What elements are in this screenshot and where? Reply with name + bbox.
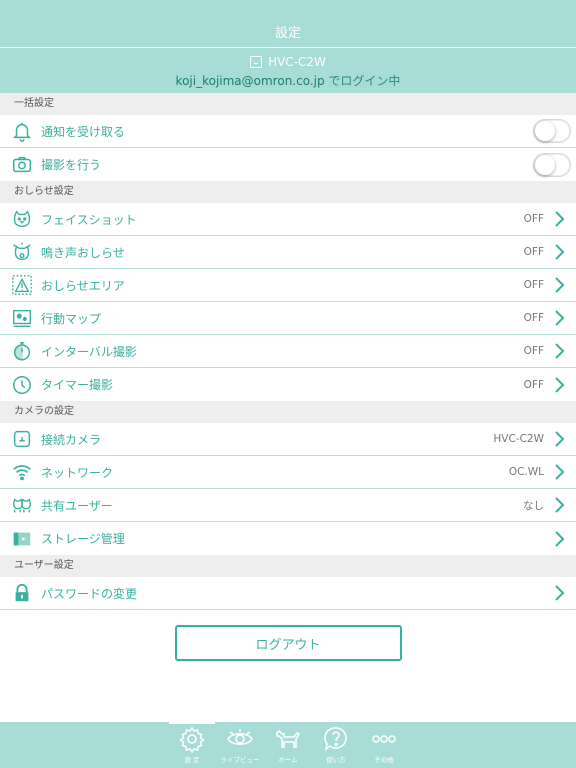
- header: 設定 HVC-C2W koji_kojima@omron.co.jp でログイン…: [0, 0, 576, 93]
- gear-icon: [179, 726, 205, 753]
- chevron-right-icon: [555, 244, 565, 260]
- tab-how-to[interactable]: 使い方: [312, 725, 360, 767]
- row-label: パスワードの変更: [41, 586, 138, 601]
- row-label: フェイスショット: [41, 212, 137, 227]
- shared-users-icon: [11, 494, 33, 516]
- row-label: インターバル撮影: [41, 344, 137, 359]
- camera-icon: [11, 154, 33, 176]
- toggle-knob: [535, 121, 555, 141]
- tab-bar: 設 定 ライブビュー ホーム 使い方 その他: [0, 722, 576, 768]
- section-user: ユーザー設定: [0, 555, 576, 577]
- clock-icon: [11, 374, 33, 396]
- chevron-right-icon: [555, 497, 565, 513]
- tab-label: その他: [374, 756, 394, 764]
- tab-label: 使い方: [326, 756, 346, 764]
- login-email: koji_kojima@omron.co.jp: [175, 74, 325, 88]
- chevron-right-icon: [555, 530, 565, 547]
- row-label: ストレージ管理: [41, 532, 125, 546]
- tab-settings[interactable]: 設 定: [168, 725, 216, 767]
- bark-icon: [11, 241, 33, 263]
- more-icon: [372, 735, 396, 743]
- lock-icon: [11, 582, 33, 604]
- chevron-right-icon: [555, 431, 565, 447]
- row-label: 行動マップ: [41, 311, 102, 326]
- row-network[interactable]: ネットワーク OC.WL: [0, 456, 576, 489]
- tab-live-view[interactable]: ライブビュー: [216, 725, 264, 767]
- row-label: おしらせエリア: [41, 278, 125, 293]
- section-camera: カメラの設定: [0, 401, 576, 423]
- row-value: OFF: [523, 246, 544, 258]
- row-value: なし: [523, 499, 544, 512]
- row-label: 撮影を行う: [41, 158, 102, 172]
- tab-label: ホーム: [278, 756, 298, 764]
- row-value: OFF: [523, 279, 544, 291]
- row-face-shot[interactable]: フェイスショット OFF: [0, 203, 576, 236]
- chevron-right-icon: [555, 310, 565, 326]
- row-label: 共有ユーザー: [41, 498, 113, 513]
- dog-icon: [276, 729, 301, 748]
- row-label: 鳴き声おしらせ: [41, 245, 125, 260]
- settings-list: 一括設定 通知を受け取る 撮影を行う おしらせ設定 フェイスショット OFF 鳴…: [0, 93, 576, 718]
- row-shared-users[interactable]: 共有ユーザー なし: [0, 489, 576, 522]
- row-change-password[interactable]: パスワードの変更: [0, 577, 576, 610]
- storage-icon: [11, 528, 33, 550]
- row-label: 通知を受け取る: [41, 124, 126, 139]
- row-value: OFF: [523, 213, 544, 225]
- logout-button[interactable]: ログアウト: [174, 625, 402, 661]
- row-bark-notify[interactable]: 鳴き声おしらせ OFF: [0, 236, 576, 269]
- chevron-right-icon: [555, 376, 565, 393]
- row-interval-shooting[interactable]: インターバル撮影 OFF: [0, 335, 576, 368]
- row-value: OC.WL: [508, 466, 544, 478]
- help-icon: [324, 727, 347, 751]
- active-tab-indicator: [169, 722, 215, 724]
- row-label: タイマー撮影: [41, 378, 114, 392]
- tab-label: ライブビュー: [220, 756, 260, 764]
- row-value: OFF: [523, 345, 544, 357]
- row-receive-notifications[interactable]: 通知を受け取る: [0, 115, 576, 148]
- chevron-right-icon: [555, 277, 565, 293]
- wifi-icon: [11, 461, 33, 483]
- connected-camera-icon: [11, 428, 33, 450]
- face-icon: [11, 208, 33, 230]
- section-notify: おしらせ設定: [0, 181, 576, 203]
- eye-icon: [227, 729, 253, 746]
- photos-toggle[interactable]: [533, 152, 571, 177]
- section-bulk: 一括設定: [0, 93, 576, 115]
- header-divider: [0, 47, 576, 48]
- row-storage[interactable]: ストレージ管理: [0, 522, 576, 555]
- map-icon: [11, 307, 33, 329]
- chevron-right-icon: [555, 585, 565, 601]
- row-value: HVC-C2W: [493, 433, 544, 445]
- bell-icon: [11, 120, 33, 142]
- login-status: koji_kojima@omron.co.jp でログイン中: [0, 72, 576, 89]
- tab-other[interactable]: その他: [360, 725, 408, 767]
- chevron-right-icon: [555, 464, 565, 480]
- chevron-right-icon: [555, 343, 565, 359]
- tab-home[interactable]: ホーム: [264, 725, 312, 767]
- row-take-photos[interactable]: 撮影を行う: [0, 148, 576, 181]
- notifications-toggle[interactable]: [533, 119, 571, 143]
- area-warning-icon: [11, 274, 33, 296]
- toggle-knob: [535, 154, 555, 175]
- row-activity-map[interactable]: 行動マップ OFF: [0, 302, 576, 335]
- row-connected-camera[interactable]: 接続カメラ HVC-C2W: [0, 423, 576, 456]
- row-label: ネットワーク: [41, 465, 114, 480]
- row-label: 接続カメラ: [41, 432, 102, 447]
- row-value: OFF: [523, 378, 544, 391]
- camera-mini-icon: [250, 56, 263, 68]
- logout-area: ログアウト: [0, 610, 576, 718]
- row-timer-shooting[interactable]: タイマー撮影 OFF: [0, 368, 576, 401]
- login-suffix: でログイン中: [324, 74, 401, 88]
- stopwatch-icon: [11, 340, 33, 362]
- tab-label: 設 定: [184, 756, 200, 764]
- chevron-right-icon: [555, 211, 565, 227]
- device-info: HVC-C2W: [0, 55, 576, 69]
- row-notify-area[interactable]: おしらせエリア OFF: [0, 269, 576, 302]
- page-title: 設定: [274, 26, 301, 41]
- row-value: OFF: [523, 312, 544, 324]
- device-name: HVC-C2W: [268, 55, 326, 69]
